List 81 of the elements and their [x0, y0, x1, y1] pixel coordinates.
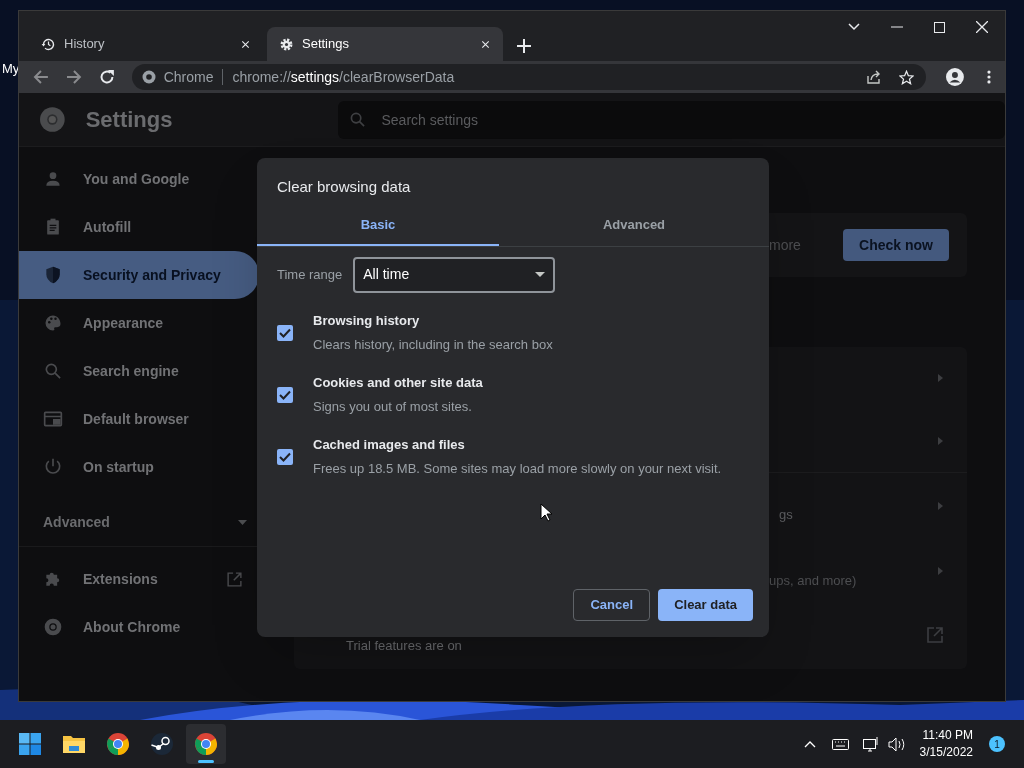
- cancel-button[interactable]: Cancel: [573, 589, 651, 621]
- chevron-down-icon[interactable]: [848, 23, 860, 31]
- card-text: more: [769, 235, 801, 255]
- history-icon: [41, 36, 56, 52]
- checkbox[interactable]: [277, 324, 293, 341]
- star-icon[interactable]: [899, 69, 915, 85]
- checkbox[interactable]: [277, 386, 293, 403]
- url-text: chrome://settings/clearBrowserData: [232, 67, 455, 87]
- chevron-up-icon[interactable]: [803, 740, 816, 748]
- profile-icon[interactable]: [946, 68, 965, 86]
- chrome-icon: [43, 617, 63, 637]
- windows-start-icon: [18, 732, 42, 756]
- dialog-tab[interactable]: Advanced: [499, 205, 769, 246]
- clock-date[interactable]: 3/15/2022: [919, 744, 973, 761]
- option-description: Signs you out of most sites.: [313, 398, 473, 416]
- menu-icon[interactable]: [987, 70, 991, 84]
- sidebar-item[interactable]: About Chrome: [19, 603, 249, 651]
- close-icon: [480, 38, 491, 50]
- network-icon[interactable]: [862, 736, 880, 752]
- settings-title: Settings: [85, 106, 173, 134]
- browser-window-icon: [43, 409, 63, 429]
- search-input[interactable]: Search settings: [381, 104, 1002, 135]
- sidebar-item[interactable]: On startup: [19, 443, 249, 491]
- power-icon: [43, 457, 63, 477]
- reload-icon[interactable]: [98, 69, 115, 85]
- address-bar[interactable]: Chrome chrome://settings/clearBrowserData: [131, 64, 927, 90]
- close-icon: [240, 38, 251, 50]
- chrome-icon: [141, 70, 156, 84]
- sidebar-item[interactable]: Autofill: [19, 203, 249, 251]
- chrome-icon: [106, 732, 130, 756]
- palette-icon: [43, 313, 63, 333]
- chevron-right-icon: [938, 502, 943, 510]
- keyboard-icon[interactable]: [831, 738, 849, 750]
- plus-icon: [517, 39, 531, 53]
- option-title: Cookies and other site data: [313, 373, 483, 392]
- share-icon[interactable]: [867, 70, 883, 84]
- volume-icon[interactable]: [887, 736, 905, 752]
- option-description: Clears history, including in the search box: [313, 336, 553, 354]
- close-icon[interactable]: [976, 21, 988, 33]
- option-title: Browsing history: [313, 311, 421, 330]
- time-range-label: Time range: [277, 265, 343, 284]
- clock-time[interactable]: 11:40 PM: [922, 727, 973, 744]
- clear-data-button[interactable]: Clear data: [658, 589, 753, 621]
- sidebar-item[interactable]: Appearance: [19, 299, 249, 347]
- notification-badge[interactable]: 1: [989, 736, 1005, 752]
- browser-tab[interactable]: History: [29, 27, 263, 61]
- chevron-right-icon: [938, 436, 943, 445]
- search-icon: [43, 361, 63, 381]
- taskbar-app[interactable]: [186, 724, 226, 764]
- search-field[interactable]: Search settings: [338, 100, 1005, 139]
- shield-icon: [43, 265, 63, 285]
- search-icon: [350, 112, 366, 127]
- sidebar-item[interactable]: Default browser: [19, 395, 249, 443]
- caret-icon: [535, 272, 546, 277]
- forward-icon[interactable]: [65, 70, 82, 84]
- mouse-cursor-icon: [540, 503, 552, 522]
- chevron-right-icon: [938, 567, 943, 575]
- steam-icon: [150, 732, 174, 756]
- gear-icon: [279, 36, 294, 52]
- chrome-logo-icon: [40, 107, 65, 132]
- sidebar-item[interactable]: You and Google: [19, 155, 249, 203]
- sidebar-item[interactable]: Extensions: [19, 555, 249, 603]
- sidebar-item[interactable]: Search engine: [19, 347, 249, 395]
- chevron-right-icon: [938, 374, 943, 382]
- external-link-icon: [927, 627, 943, 643]
- back-icon[interactable]: [33, 70, 49, 84]
- checkbox[interactable]: [277, 448, 293, 465]
- desktop-icon-label: My: [2, 60, 20, 78]
- row-text: gs: [779, 506, 793, 525]
- time-range-dropdown[interactable]: All time: [353, 256, 556, 293]
- person-icon: [43, 169, 63, 189]
- maximize-icon[interactable]: [934, 21, 945, 33]
- dialog-title: Clear browsing data: [277, 177, 412, 197]
- site-label: Chrome: [163, 67, 214, 87]
- option-description: Frees up 18.5 MB. Some sites may load more slowly on your next visit.: [313, 460, 722, 478]
- sidebar-item[interactable]: Security and Privacy: [19, 251, 259, 299]
- row-text: Trial features are on: [346, 637, 462, 656]
- chrome-icon: [194, 732, 218, 756]
- option-title: Cached images and files: [313, 435, 466, 454]
- browser-tab[interactable]: Settings: [267, 27, 503, 61]
- dialog-tab[interactable]: Basic: [257, 205, 499, 246]
